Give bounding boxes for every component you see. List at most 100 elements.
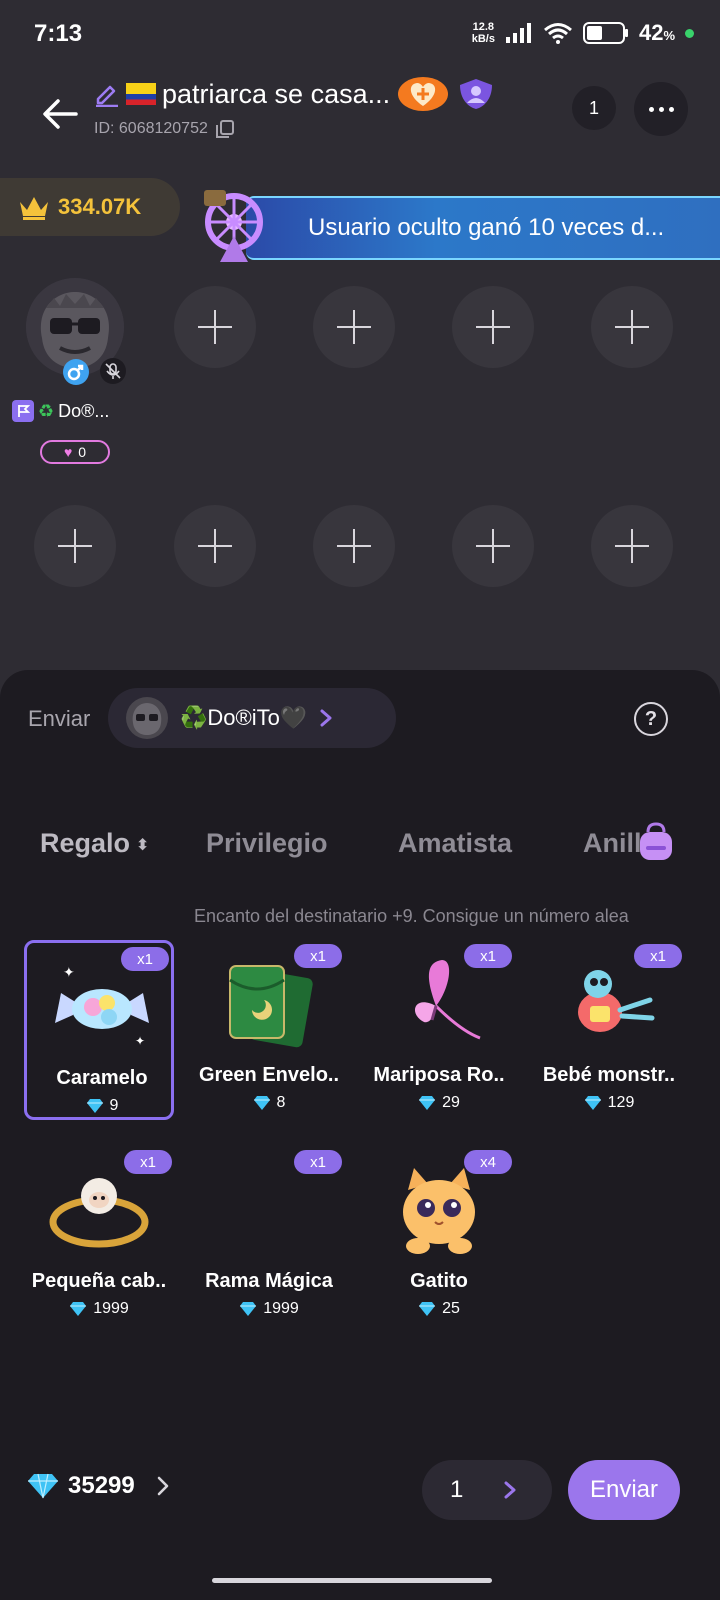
- gift-price: 1999: [24, 1300, 174, 1318]
- seat-3[interactable]: [313, 286, 395, 368]
- room-id-row: ID: 6068120752: [94, 120, 234, 138]
- host-name-text: Do®...: [58, 400, 110, 421]
- plus-icon: [337, 310, 371, 344]
- seat-6[interactable]: [34, 505, 116, 587]
- gift-item-rama-magica[interactable]: x1 Rama Mágica 1999: [194, 1146, 344, 1326]
- room-contribution-pill[interactable]: 334.07K: [0, 178, 180, 236]
- host-charm-value: 0: [78, 444, 87, 460]
- gift-price: 129: [534, 1094, 684, 1112]
- diamond-icon: [419, 1302, 436, 1316]
- network-speed: 12.8 kB/s: [472, 21, 495, 45]
- seat-2[interactable]: [174, 286, 256, 368]
- network-speed-value: 12.8: [472, 21, 495, 33]
- help-button[interactable]: ?: [634, 702, 668, 736]
- quantity-selector[interactable]: 1: [422, 1460, 552, 1520]
- ferris-wheel-icon: [204, 190, 263, 262]
- back-arrow-icon: [43, 99, 78, 129]
- room-title-row[interactable]: patriarca se casa...: [94, 74, 496, 114]
- recipient-name: ♻️Do®iTo🖤: [180, 705, 308, 730]
- wifi-icon: [543, 23, 572, 44]
- gift-name: Mariposa Ro..: [373, 1064, 505, 1086]
- status-icons: 12.8 kB/s 42%: [472, 20, 694, 46]
- gift-item-pequena-cabra[interactable]: x1 Pequeña cab.. 1999: [24, 1146, 174, 1326]
- svg-text:✦: ✦: [135, 1034, 145, 1048]
- gift-item-mariposa[interactable]: x1 Mariposa Ro.. 29: [364, 940, 514, 1120]
- gift-item-green-envelope[interactable]: x1 Green Envelo.. 8: [194, 940, 344, 1120]
- gift-price: 29: [364, 1094, 514, 1112]
- tab-regalo[interactable]: Regalo ⬍: [40, 828, 149, 859]
- contribution-value: 334.07K: [58, 194, 142, 219]
- butterfly-icon: [414, 960, 481, 1040]
- recipient-selector[interactable]: ♻️Do®iTo🖤: [108, 688, 396, 748]
- backpack-icon[interactable]: [636, 822, 676, 862]
- plus-icon: [337, 529, 371, 563]
- seat-4[interactable]: [452, 286, 534, 368]
- quantity-value: 1: [450, 1476, 464, 1503]
- gift-quantity-badge: x1: [294, 1150, 342, 1174]
- plus-icon: [615, 310, 649, 344]
- edit-icon[interactable]: [94, 81, 120, 107]
- home-indicator[interactable]: [212, 1578, 492, 1583]
- sheep-ring-icon: [49, 1178, 149, 1248]
- network-speed-unit: kB/s: [471, 33, 495, 45]
- copy-icon[interactable]: [215, 120, 234, 138]
- level-badge-icon: [398, 77, 449, 111]
- diamond-icon: [240, 1302, 257, 1316]
- battery-percentage: 42%: [638, 20, 675, 45]
- viewer-count-button[interactable]: 1: [572, 86, 616, 130]
- plus-icon: [58, 529, 92, 563]
- tab-amatista[interactable]: Amatista: [398, 828, 512, 859]
- diamond-icon: [70, 1302, 87, 1316]
- gift-price: 9: [27, 1097, 177, 1115]
- diamond-icon: [28, 1473, 58, 1499]
- send-gift-button[interactable]: Enviar: [568, 1460, 680, 1520]
- green-envelope-icon: [229, 965, 313, 1048]
- diamond-icon: [419, 1096, 436, 1110]
- status-time: 7:13: [34, 20, 83, 47]
- privacy-indicator-dot: [685, 28, 694, 38]
- tab-privilegio[interactable]: Privilegio: [206, 828, 328, 859]
- seat-5[interactable]: [591, 286, 673, 368]
- male-gender-icon: [63, 359, 89, 385]
- gift-price: 25: [364, 1300, 514, 1318]
- gift-price: 1999: [194, 1300, 344, 1318]
- gift-item-bebe-monstruo[interactable]: x1 Bebé monstr.. 129: [534, 940, 684, 1120]
- banner-text: Usuario oculto ganó 10 veces d...: [308, 214, 665, 241]
- diamond-balance[interactable]: 35299: [26, 1472, 171, 1500]
- gift-tabs: Regalo ⬍ Privilegio Amatista Anill: [40, 828, 720, 868]
- tab-anillo[interactable]: Anill: [583, 828, 642, 859]
- battery-icon: [582, 22, 628, 44]
- balance-value: 35299: [68, 1472, 135, 1499]
- room-title: patriarca se casa...: [162, 78, 391, 109]
- seat-10[interactable]: [591, 505, 673, 587]
- more-dot-icon: [648, 106, 654, 112]
- more-dot-icon: [658, 106, 664, 112]
- seat-8[interactable]: [313, 505, 395, 587]
- host-charm-badge: ♥ 0: [40, 440, 110, 464]
- seat-9[interactable]: [452, 505, 534, 587]
- mic-muted-icon: [100, 358, 126, 384]
- gift-name: Green Envelo..: [198, 1064, 340, 1086]
- more-dot-icon: [668, 106, 674, 112]
- gift-item-caramelo[interactable]: x1 ✦ ✦ Caramelo 9: [24, 940, 174, 1120]
- announcement-banner[interactable]: Usuario oculto ganó 10 veces d...: [246, 196, 720, 260]
- candy-icon: ✦ ✦: [55, 965, 149, 1048]
- heart-icon: ♥: [63, 444, 73, 460]
- host-flag-icon: [12, 400, 34, 422]
- diamond-icon: [584, 1096, 601, 1110]
- seat-7[interactable]: [174, 505, 256, 587]
- back-button[interactable]: [38, 92, 82, 136]
- signal-icon: [505, 23, 531, 43]
- plus-icon: [198, 310, 232, 344]
- baby-monster-icon: [578, 970, 655, 1032]
- chevron-right-icon: [504, 1481, 516, 1499]
- more-options-button[interactable]: [634, 82, 688, 136]
- gift-item-gatito[interactable]: x4 Gatito 25: [364, 1146, 514, 1326]
- gift-price: 8: [194, 1094, 344, 1112]
- status-bar: 7:13 12.8 kB/s 42%: [0, 0, 720, 66]
- gift-name: Gatito: [410, 1270, 468, 1292]
- room-id: ID: 6068120752: [94, 120, 208, 137]
- gift-name: Caramelo: [56, 1067, 148, 1089]
- crown-icon: [20, 197, 48, 220]
- recycle-icon: ♻: [38, 400, 55, 421]
